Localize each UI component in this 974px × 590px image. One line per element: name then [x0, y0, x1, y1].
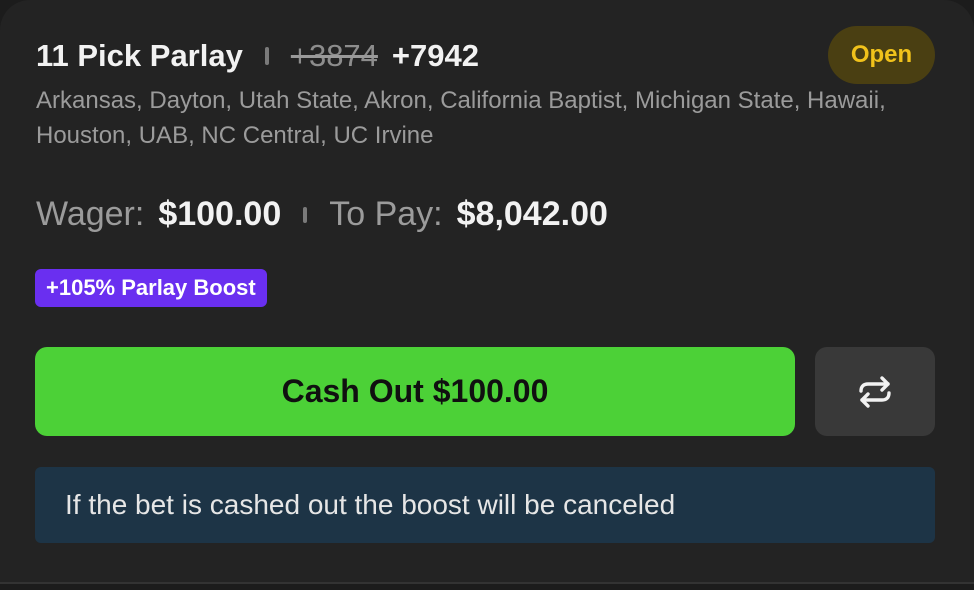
- to-pay-value: $8,042.00: [456, 195, 608, 233]
- parlay-boost-badge: +105% Parlay Boost: [35, 269, 267, 307]
- bet-header: 11 Pick Parlay +3874 +7942: [36, 38, 479, 74]
- wager-value: $100.00: [158, 195, 282, 233]
- wager-summary: Wager: $100.00 To Pay: $8,042.00: [36, 195, 608, 234]
- bet-title: 11 Pick Parlay: [36, 38, 243, 73]
- cash-out-button[interactable]: Cash Out $100.00: [35, 347, 795, 436]
- swap-button[interactable]: [815, 347, 935, 436]
- swap-arrows-icon: [859, 375, 891, 408]
- divider: [264, 47, 269, 65]
- original-odds: +3874: [290, 38, 378, 73]
- parlay-teams-list: Arkansas, Dayton, Utah State, Akron, Cal…: [36, 87, 886, 149]
- boosted-odds: +7942: [391, 38, 479, 73]
- status-badge: Open: [828, 26, 935, 84]
- wager-label: Wager:: [36, 195, 145, 233]
- boost-cancel-notice: If the bet is cashed out the boost will …: [35, 467, 935, 543]
- divider: [303, 206, 308, 223]
- parlay-bet-card: 11 Pick Parlay +3874 +7942 Open Arkansas…: [0, 0, 974, 584]
- to-pay-label: To Pay:: [329, 195, 443, 233]
